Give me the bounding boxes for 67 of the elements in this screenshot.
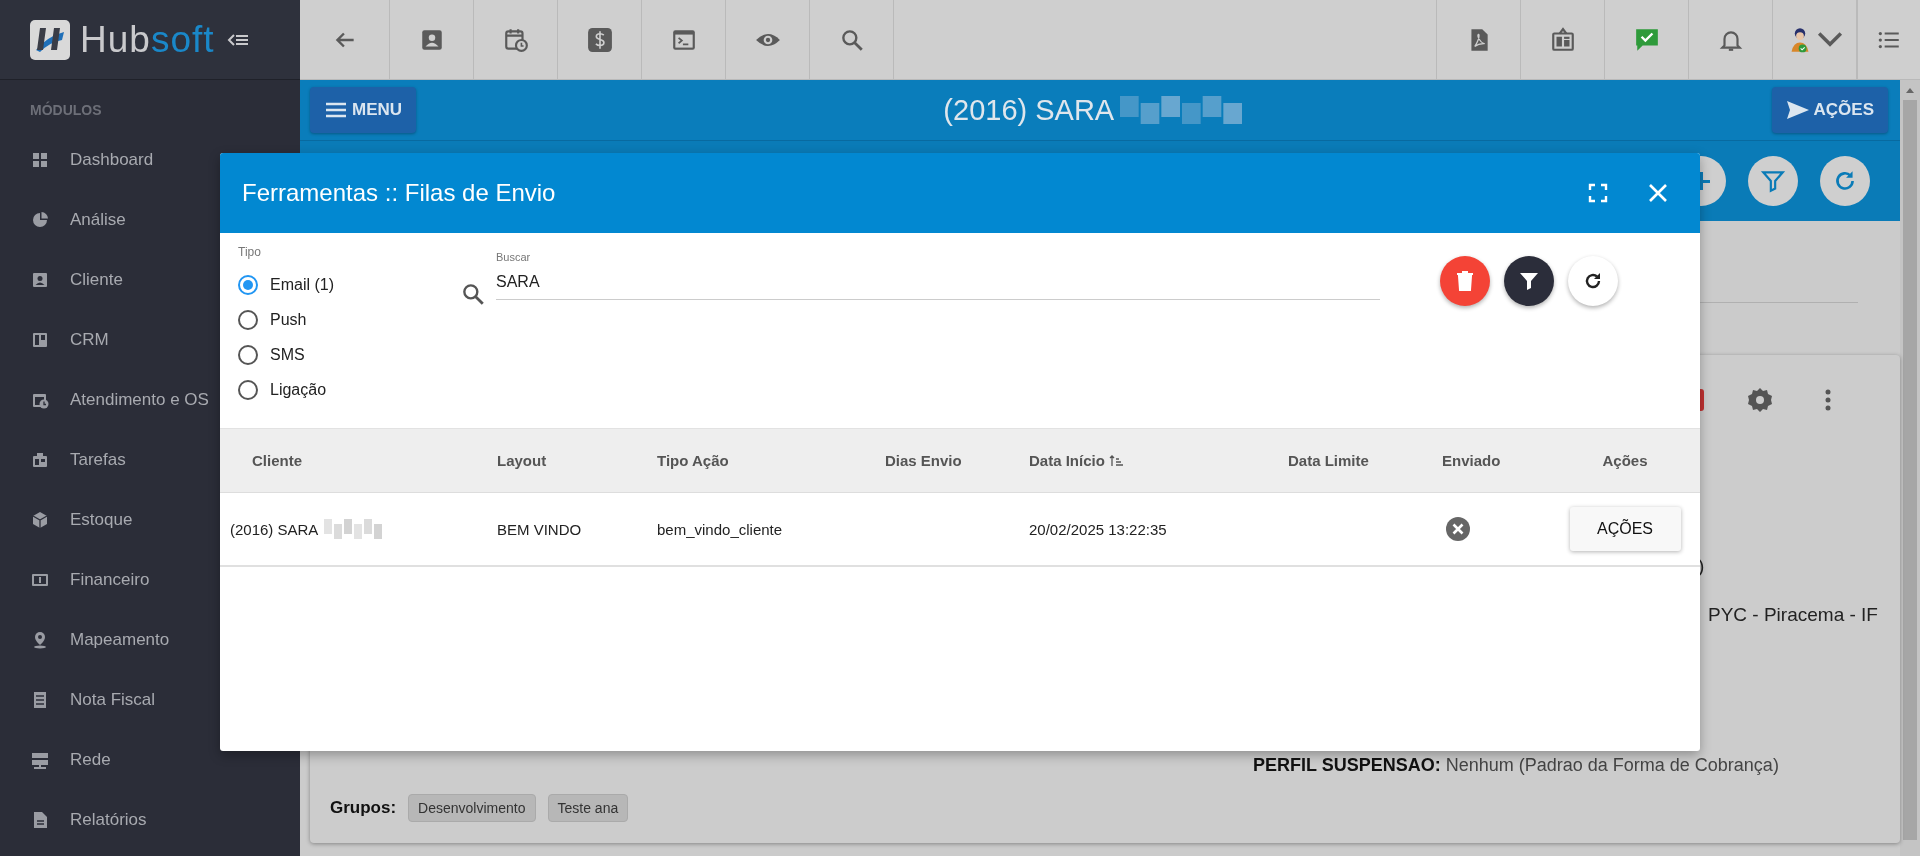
filter-icon (1760, 168, 1786, 194)
profile-text: PERFIL SUSPENSAO: Nenhum (Padrao da Forma de Cobrança) (1253, 755, 1780, 776)
table-cell: BEM VINDO (497, 520, 582, 538)
sidebar-item[interactable]: Financeiro (0, 550, 300, 610)
contact-card-icon (31, 271, 49, 289)
sidebar-item[interactable]: Nota Fiscal (0, 670, 300, 730)
scrollbar[interactable] (1900, 80, 1920, 856)
menu-icon (324, 100, 348, 120)
dashboard-board-icon (1549, 26, 1576, 53)
sidebar-item[interactable]: Mapeamento (0, 610, 300, 670)
search-field[interactable]: SARA (496, 273, 1380, 300)
calendar-clock-icon (502, 26, 529, 53)
search-icon (460, 281, 486, 307)
column-header[interactable]: Tipo Ação (638, 452, 866, 469)
close-icon (1647, 182, 1669, 204)
section-label: MÓDULOS (29, 100, 103, 120)
building-icon (31, 451, 49, 469)
radio-option[interactable]: Ligação (238, 372, 327, 407)
grid-icon (31, 151, 49, 169)
document-icon (31, 691, 49, 709)
pie-chart-icon (31, 211, 49, 229)
group-tag: Teste ana (547, 794, 629, 822)
column-header[interactable]: Data Limite (1269, 452, 1423, 469)
column-header[interactable]: Layout (478, 452, 638, 469)
logo-icon (30, 19, 70, 60)
text-line: PYC - Piracema - IF (1708, 604, 1878, 625)
column-header[interactable]: Enviado (1423, 452, 1550, 469)
menu-button[interactable]: MENU (310, 87, 417, 133)
dialog-title: Ferramentas :: Filas de Envio (242, 179, 557, 207)
sidebar-item[interactable]: Relatórios (0, 790, 300, 850)
column-header[interactable]: Data Início (1010, 452, 1269, 469)
send-icon (1785, 100, 1810, 120)
radio-option[interactable]: Email (1) (238, 267, 334, 302)
calendar-clock-icon (31, 391, 49, 409)
refresh-button[interactable] (1568, 256, 1618, 306)
page-title: (2016) SARA (943, 93, 1115, 127)
dollar-icon (586, 26, 613, 53)
sidebar-item[interactable]: Rede (0, 730, 300, 790)
table-cell: bem_vindo_cliente (657, 520, 783, 538)
table-cell: (2016) SARA (230, 520, 319, 538)
server-icon (31, 751, 49, 769)
column-header[interactable]: Dias Envio (866, 452, 1010, 469)
fullscreen-icon (1587, 182, 1609, 204)
box-icon (31, 511, 49, 529)
redacted-block (324, 519, 385, 539)
group-tag: Desenvolvimento (408, 794, 536, 822)
delete-button[interactable] (1440, 256, 1490, 306)
table-cell: 20/02/2025 13:22:35 (1029, 520, 1167, 538)
actions-button[interactable]: AÇÕES (1569, 507, 1681, 551)
filter-button[interactable] (1504, 256, 1554, 306)
money-icon (31, 571, 49, 589)
column-header[interactable]: Cliente (220, 452, 478, 469)
column-header[interactable]: Ações (1550, 452, 1700, 469)
scroll-up-icon[interactable] (1905, 86, 1915, 94)
collapse-icon[interactable] (226, 31, 249, 48)
type-label: Tipo (238, 245, 262, 259)
actions-button[interactable]: AÇÕES (1771, 87, 1888, 133)
brand-logo: Hubsoft (80, 18, 215, 61)
file-icon (31, 811, 49, 829)
map-pin-icon (31, 631, 49, 649)
settings-icon[interactable] (1746, 386, 1774, 414)
field-label: Buscar (496, 251, 531, 263)
board-icon (31, 331, 49, 349)
radio-option[interactable]: Push (238, 302, 307, 337)
chat-check-icon (1633, 26, 1660, 53)
radio-option[interactable]: SMS (238, 337, 305, 372)
groups-label: Grupos: (330, 798, 397, 818)
